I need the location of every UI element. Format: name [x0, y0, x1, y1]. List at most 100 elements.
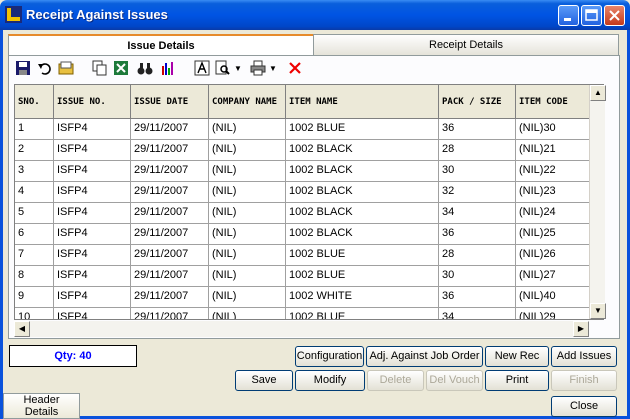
- cell-sno[interactable]: 2: [15, 140, 54, 161]
- excel-toolbar-button[interactable]: [113, 60, 131, 80]
- cell-item-name[interactable]: 1002 BLACK: [286, 203, 439, 224]
- cell-issue-date[interactable]: 29/11/2007: [131, 245, 209, 266]
- cell-issue-date[interactable]: 29/11/2007: [131, 308, 209, 319]
- cell-company-name[interactable]: (NIL): [209, 287, 286, 308]
- del-vouch-button[interactable]: Del Vouch: [426, 370, 483, 391]
- cell-issue-no[interactable]: ISFP4: [54, 224, 131, 245]
- cell-company-name[interactable]: (NIL): [209, 203, 286, 224]
- cell-issue-no[interactable]: ISFP4: [54, 140, 131, 161]
- print-button[interactable]: Print: [485, 370, 549, 391]
- cell-issue-no[interactable]: ISFP4: [54, 245, 131, 266]
- cell-item-name[interactable]: 1002 BLUE: [286, 119, 439, 140]
- cell-company-name[interactable]: (NIL): [209, 182, 286, 203]
- issues-grid[interactable]: SNO. ISSUE NO. ISSUE DATE COMPANY NAME I…: [14, 84, 604, 320]
- cell-item-code[interactable]: (NIL)23: [516, 182, 591, 203]
- scroll-right-icon[interactable]: ▶: [573, 321, 589, 337]
- cell-company-name[interactable]: (NIL): [209, 266, 286, 287]
- cell-issue-date[interactable]: 29/11/2007: [131, 224, 209, 245]
- cell-issue-date[interactable]: 29/11/2007: [131, 161, 209, 182]
- find-toolbar-button[interactable]: [137, 60, 155, 80]
- cell-item-code[interactable]: (NIL)22: [516, 161, 591, 182]
- cell-issue-no[interactable]: ISFP4: [54, 266, 131, 287]
- cell-item-code[interactable]: (NIL)24: [516, 203, 591, 224]
- cell-sno[interactable]: 3: [15, 161, 54, 182]
- horizontal-scrollbar[interactable]: ◀ ▶: [14, 321, 589, 337]
- font-toolbar-button[interactable]: [194, 60, 212, 80]
- cell-pack-size[interactable]: 36: [439, 287, 516, 308]
- delete-button[interactable]: Delete: [367, 370, 424, 391]
- cell-item-code[interactable]: (NIL)25: [516, 224, 591, 245]
- cell-issue-no[interactable]: ISFP4: [54, 203, 131, 224]
- close-button[interactable]: Close: [551, 396, 617, 417]
- cell-company-name[interactable]: (NIL): [209, 224, 286, 245]
- cell-issue-no[interactable]: ISFP4: [54, 119, 131, 140]
- cell-pack-size[interactable]: 28: [439, 140, 516, 161]
- table-row[interactable]: 9 ISFP4 29/11/2007 (NIL) 1002 WHITE 36 (NIL)40: [15, 287, 591, 308]
- cell-item-name[interactable]: 1002 BLUE: [286, 266, 439, 287]
- scroll-down-icon[interactable]: ▼: [590, 303, 606, 319]
- cell-item-name[interactable]: 1002 BLACK: [286, 224, 439, 245]
- cell-item-code[interactable]: (NIL)29: [516, 308, 591, 319]
- finish-button[interactable]: Finish: [551, 370, 617, 391]
- cell-sno[interactable]: 6: [15, 224, 54, 245]
- scroll-up-icon[interactable]: ▲: [590, 85, 606, 101]
- cell-company-name[interactable]: (NIL): [209, 245, 286, 266]
- column-header-issue-date[interactable]: ISSUE DATE: [131, 85, 209, 119]
- folder-toolbar-button[interactable]: [58, 60, 76, 80]
- add-issues-button[interactable]: Add Issues: [551, 346, 617, 367]
- cell-pack-size[interactable]: 36: [439, 119, 516, 140]
- delete-toolbar-button[interactable]: [287, 60, 305, 80]
- cell-pack-size[interactable]: 30: [439, 161, 516, 182]
- cell-issue-no[interactable]: ISFP4: [54, 308, 131, 319]
- table-row[interactable]: 4 ISFP4 29/11/2007 (NIL) 1002 BLACK 32 (NIL)23: [15, 182, 591, 203]
- cell-item-name[interactable]: 1002 BLACK: [286, 161, 439, 182]
- cell-pack-size[interactable]: 34: [439, 203, 516, 224]
- save-button[interactable]: Save: [235, 370, 293, 391]
- copy-toolbar-button[interactable]: [92, 60, 110, 80]
- cell-company-name[interactable]: (NIL): [209, 140, 286, 161]
- cell-pack-size[interactable]: 36: [439, 224, 516, 245]
- maximize-button[interactable]: [581, 5, 602, 26]
- cell-pack-size[interactable]: 28: [439, 245, 516, 266]
- tab-issue-details[interactable]: Issue Details: [8, 34, 314, 56]
- column-header-issue-no[interactable]: ISSUE NO.: [54, 85, 131, 119]
- column-header-sno[interactable]: SNO.: [15, 85, 54, 119]
- cell-item-name[interactable]: 1002 BLUE: [286, 245, 439, 266]
- table-row[interactable]: 1 ISFP4 29/11/2007 (NIL) 1002 BLUE 36 (NIL)30: [15, 119, 591, 140]
- table-row[interactable]: 10 ISFP4 29/11/2007 (NIL) 1002 BLUE 34 (NIL)29: [15, 308, 591, 319]
- cell-item-code[interactable]: (NIL)30: [516, 119, 591, 140]
- cell-item-name[interactable]: 1002 WHITE: [286, 287, 439, 308]
- save-toolbar-button[interactable]: [15, 60, 33, 80]
- modify-button[interactable]: Modify: [295, 370, 365, 391]
- cell-company-name[interactable]: (NIL): [209, 308, 286, 319]
- table-row[interactable]: 7 ISFP4 29/11/2007 (NIL) 1002 BLUE 28 (NIL)26: [15, 245, 591, 266]
- cell-issue-no[interactable]: ISFP4: [54, 287, 131, 308]
- print-preview-toolbar-button[interactable]: [215, 60, 233, 80]
- cell-sno[interactable]: 7: [15, 245, 54, 266]
- cell-item-code[interactable]: (NIL)40: [516, 287, 591, 308]
- print-toolbar-button[interactable]: [250, 60, 268, 80]
- cell-issue-date[interactable]: 29/11/2007: [131, 266, 209, 287]
- cell-sno[interactable]: 10: [15, 308, 54, 319]
- new-rec-button[interactable]: New Rec: [485, 346, 549, 367]
- cell-issue-date[interactable]: 29/11/2007: [131, 182, 209, 203]
- vertical-scrollbar[interactable]: ▲ ▼: [589, 85, 606, 319]
- cell-issue-date[interactable]: 29/11/2007: [131, 119, 209, 140]
- cell-issue-date[interactable]: 29/11/2007: [131, 140, 209, 161]
- undo-toolbar-button[interactable]: [37, 60, 55, 80]
- cell-pack-size[interactable]: 34: [439, 308, 516, 319]
- column-header-item-code[interactable]: ITEM CODE: [516, 85, 591, 119]
- column-header-company-name[interactable]: COMPANY NAME: [209, 85, 286, 119]
- cell-pack-size[interactable]: 30: [439, 266, 516, 287]
- cell-issue-no[interactable]: ISFP4: [54, 182, 131, 203]
- column-header-pack-size[interactable]: PACK / SIZE: [439, 85, 516, 119]
- cell-item-name[interactable]: 1002 BLUE: [286, 308, 439, 319]
- cell-item-code[interactable]: (NIL)26: [516, 245, 591, 266]
- tab-receipt-details[interactable]: Receipt Details: [313, 34, 619, 56]
- cell-item-code[interactable]: (NIL)21: [516, 140, 591, 161]
- cell-item-name[interactable]: 1002 BLACK: [286, 182, 439, 203]
- cell-issue-no[interactable]: ISFP4: [54, 161, 131, 182]
- table-row[interactable]: 2 ISFP4 29/11/2007 (NIL) 1002 BLACK 28 (NIL)21: [15, 140, 591, 161]
- cell-sno[interactable]: 5: [15, 203, 54, 224]
- scroll-left-icon[interactable]: ◀: [14, 321, 30, 337]
